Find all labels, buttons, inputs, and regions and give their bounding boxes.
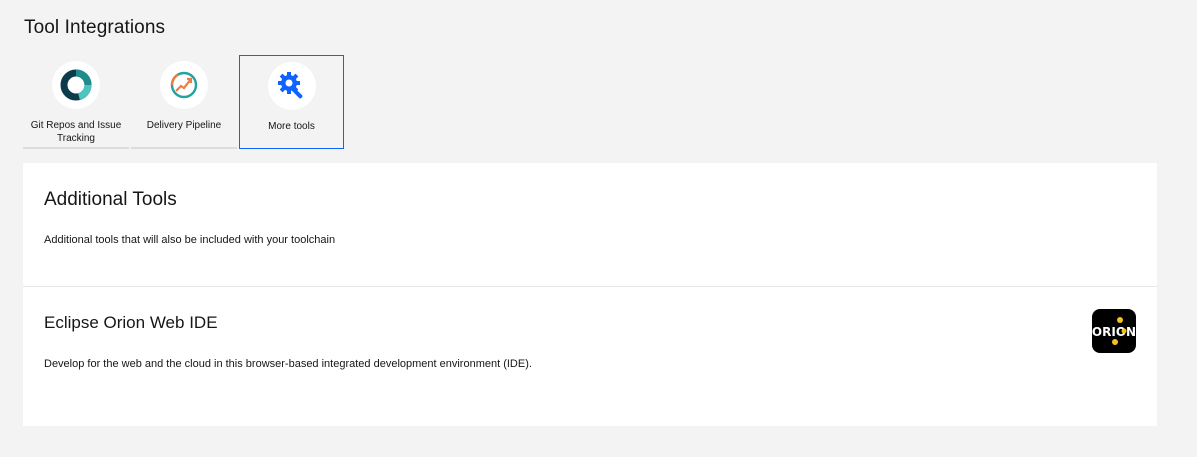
tile-git-repos[interactable]: Git Repos and Issue Tracking	[23, 55, 129, 149]
section-description: Additional tools that will also be inclu…	[44, 234, 336, 246]
page-title: Tool Integrations	[24, 17, 166, 38]
svg-text:ORION: ORION	[1092, 325, 1136, 339]
tile-delivery-pipeline[interactable]: Delivery Pipeline	[131, 55, 237, 149]
delivery-pipeline-icon	[160, 61, 208, 109]
tool-card-orion[interactable]: Eclipse Orion Web IDE Develop for the we…	[23, 288, 1157, 426]
orion-logo-icon: ORION	[1092, 309, 1136, 353]
tool-tiles: Git Repos and Issue Tracking Delivery Pi…	[23, 55, 346, 149]
tile-label: Git Repos and Issue Tracking	[30, 120, 122, 144]
tile-label: More tools	[268, 121, 315, 132]
additional-tools-section: Additional Tools Additional tools that w…	[23, 163, 1157, 287]
tool-description: Develop for the web and the cloud in thi…	[44, 358, 532, 370]
git-repos-icon	[52, 61, 100, 109]
tile-label: Delivery Pipeline	[146, 120, 222, 131]
more-tools-icon	[267, 62, 316, 110]
tools-panel: Additional Tools Additional tools that w…	[23, 163, 1157, 426]
section-title: Additional Tools	[44, 189, 177, 210]
tool-title: Eclipse Orion Web IDE	[44, 313, 218, 332]
tile-more-tools[interactable]: More tools	[239, 55, 344, 149]
